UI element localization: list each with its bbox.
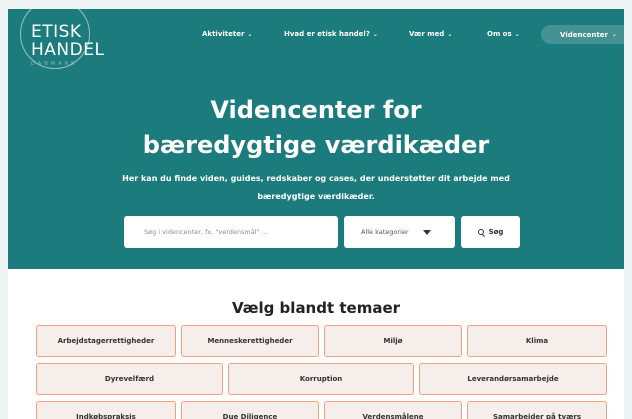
- page-title-line-2: bæredygtige værdikæder: [142, 131, 490, 159]
- theme-tag[interactable]: Klima: [467, 325, 607, 357]
- etisk-handel-logo[interactable]: ETISK HANDEL DANMARK: [31, 24, 104, 67]
- nav-label: Aktiviteter: [202, 30, 245, 38]
- hero-subtitle-line-2: bæredygtige værdikæder.: [257, 192, 375, 201]
- theme-tag[interactable]: Samarbejder på tværs: [467, 401, 607, 419]
- category-select[interactable]: Alle kategorier: [344, 216, 455, 248]
- theme-tag[interactable]: Korruption: [228, 363, 414, 395]
- theme-tag[interactable]: Verdensmålene: [324, 401, 462, 419]
- theme-tag[interactable]: Arbejdstagerrettigheder: [36, 325, 176, 357]
- theme-tag[interactable]: Due Diligence: [181, 401, 319, 419]
- chevron-down-icon: ⌄: [372, 31, 378, 38]
- themes-heading: Vælg blandt temaer: [231, 299, 401, 317]
- page-title-line-1: Videncenter for: [210, 96, 422, 124]
- nav-label: Hvad er etisk handel?: [284, 30, 370, 38]
- logo-line-2: HANDEL: [31, 40, 105, 60]
- theme-tag[interactable]: Menneskerettigheder: [181, 325, 319, 357]
- hero-subtitle-line-1: Her kan du finde viden, guides, redskabe…: [122, 174, 510, 183]
- nav-label: Om os: [487, 30, 512, 38]
- category-select-label: Alle kategorier: [361, 228, 409, 236]
- search-button-label: Søg: [488, 228, 504, 236]
- logo-line-3: DANMARK: [31, 61, 78, 67]
- search-icon: [477, 229, 484, 235]
- caret-down-icon: [422, 229, 431, 235]
- hero-section: ETISK HANDEL DANMARK Aktiviteter ⌄ Hvad e…: [8, 9, 624, 269]
- nav-label: Vær med: [409, 30, 445, 38]
- chevron-down-icon: ⌄: [514, 31, 520, 38]
- theme-tag[interactable]: Leverandørsamarbejde: [419, 363, 607, 395]
- nav-hvad-er-etisk-handel[interactable]: Hvad er etisk handel? ⌄: [284, 30, 378, 38]
- nav-videncenter[interactable]: Videncenter ⌄: [541, 25, 624, 44]
- chevron-down-icon: ⌄: [247, 31, 253, 38]
- nav-label: Videncenter: [560, 30, 608, 39]
- chevron-down-icon: ⌄: [611, 31, 617, 38]
- theme-tag[interactable]: Indkøbspraksis: [36, 401, 176, 419]
- logo-line-1: ETISK: [31, 22, 82, 42]
- theme-tag[interactable]: Miljø: [324, 325, 462, 357]
- nav-om-os[interactable]: Om os ⌄: [487, 30, 520, 38]
- theme-tag[interactable]: Dyrevelfærd: [36, 363, 223, 395]
- search-button[interactable]: Søg: [461, 216, 520, 248]
- page-frame: ETISK HANDEL DANMARK Aktiviteter ⌄ Hvad e…: [8, 9, 624, 419]
- nav-vaer-med[interactable]: Vær med ⌄: [409, 30, 452, 38]
- chevron-down-icon: ⌄: [447, 31, 453, 38]
- search-input[interactable]: [124, 216, 338, 248]
- nav-aktiviteter[interactable]: Aktiviteter ⌄: [202, 30, 252, 38]
